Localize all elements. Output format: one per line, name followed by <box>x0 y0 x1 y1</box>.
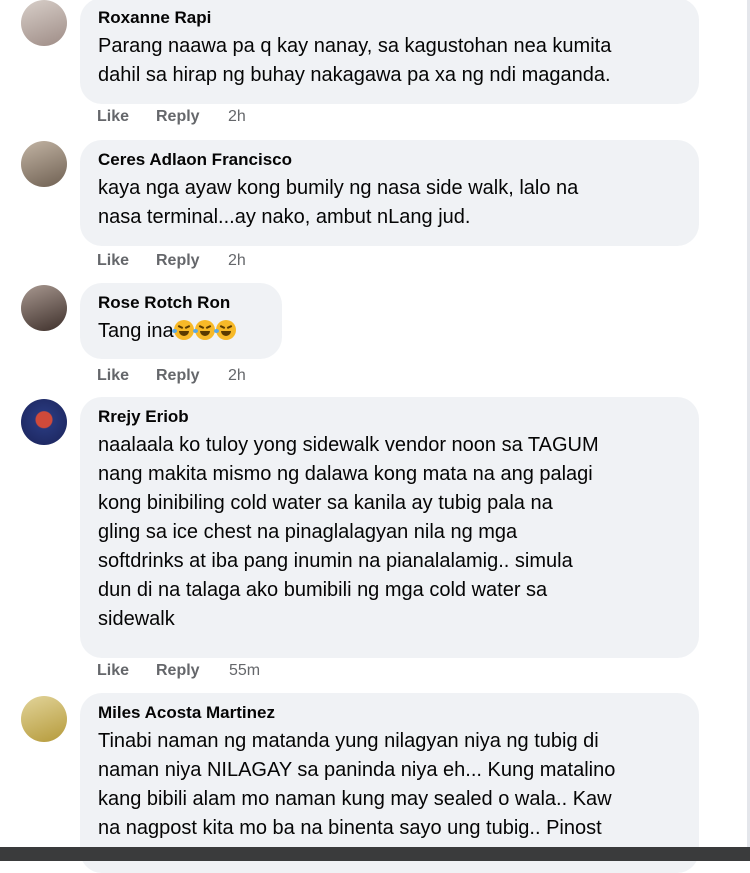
comment-author[interactable]: Ceres Adlaon Francisco <box>98 149 681 171</box>
comment-text: naalaala ko tuloy yong sidewalk vendor n… <box>98 434 599 630</box>
reply-button[interactable]: Reply <box>156 252 200 270</box>
avatar[interactable] <box>21 399 67 445</box>
comment-bubble: Ceres Adlaon Francisco kaya nga ayaw kon… <box>80 140 699 246</box>
avatar[interactable] <box>21 285 67 331</box>
rolling-laughing-emoji-icon <box>171 320 194 340</box>
comment-bubble: Roxanne Rapi Parang naawa pa q kay nanay… <box>80 0 699 104</box>
like-button[interactable]: Like <box>97 367 129 385</box>
rolling-laughing-emoji-icon <box>213 320 236 340</box>
comment-bubble: Rrejy Eriob naalaala ko tuloy yong sidew… <box>80 397 699 658</box>
comment-text: Tang ina <box>98 320 174 342</box>
bottom-bar <box>0 847 750 861</box>
comment-text: kaya nga ayaw kong bumily ng nasa side w… <box>98 177 579 228</box>
comment-text-row: Tang ina <box>98 317 264 346</box>
like-button[interactable]: Like <box>97 662 129 680</box>
comment-bubble: Miles Acosta Martinez Tinabi naman ng ma… <box>80 693 699 873</box>
rolling-laughing-emoji-icon <box>192 320 215 340</box>
comment-author[interactable]: Roxanne Rapi <box>98 7 681 29</box>
reply-button[interactable]: Reply <box>156 108 200 126</box>
avatar[interactable] <box>21 141 67 187</box>
comment-text: Parang naawa pa q kay nanay, sa kagustoh… <box>98 35 612 86</box>
comment-bubble: Rose Rotch Ron Tang ina <box>80 283 282 359</box>
comment-text: Tinabi naman ng matanda yung nilagyan ni… <box>98 730 616 839</box>
avatar[interactable] <box>21 696 67 742</box>
like-button[interactable]: Like <box>97 252 129 270</box>
comment-timestamp[interactable]: 2h <box>228 108 246 126</box>
comment-timestamp[interactable]: 2h <box>228 252 246 270</box>
comment-author[interactable]: Rose Rotch Ron <box>98 292 264 314</box>
comment-author[interactable]: Rrejy Eriob <box>98 406 681 428</box>
reply-button[interactable]: Reply <box>156 662 200 680</box>
comment-timestamp[interactable]: 2h <box>228 367 246 385</box>
reply-button[interactable]: Reply <box>156 367 200 385</box>
avatar[interactable] <box>21 0 67 46</box>
comment-timestamp[interactable]: 55m <box>229 662 260 680</box>
comment-author[interactable]: Miles Acosta Martinez <box>98 702 681 724</box>
like-button[interactable]: Like <box>97 108 129 126</box>
